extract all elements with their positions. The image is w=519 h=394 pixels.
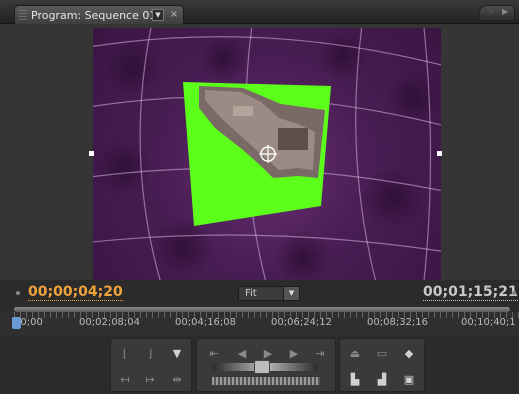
go-to-in-icon[interactable]: ↤ — [116, 371, 134, 389]
playhead-marker-icon — [16, 291, 20, 295]
export-frame-icon[interactable]: ◆ — [400, 345, 418, 363]
ruler-label: 00;06;24;12 — [271, 317, 333, 328]
playhead[interactable] — [12, 317, 21, 329]
ruler-label: 00;10;40;1 — [461, 317, 516, 328]
go-to-out-icon[interactable]: ↦ — [141, 371, 159, 389]
panel-options[interactable]: ⁘ ▶ — [479, 5, 515, 21]
time-row: 00;00;04;20 Fit ▼ 00;01;15;21 — [0, 280, 519, 306]
video-frame[interactable] — [93, 28, 441, 280]
duration-display[interactable]: 00;01;15;21 — [423, 284, 518, 301]
edit-button-group: ⏏ ▭ ◆ ▙ ▟ ▣ — [339, 338, 425, 392]
step-forward-icon[interactable]: ▶ — [285, 345, 303, 363]
mark-out-icon[interactable]: ⌋ — [141, 345, 159, 363]
output-icon[interactable]: ▟ — [373, 371, 391, 389]
panel-tab-bar: Program: Sequence 01 ▼ × ⁘ ▶ — [0, 0, 519, 24]
close-icon[interactable]: × — [168, 9, 180, 21]
go-to-previous-edit-icon[interactable]: ⇤ — [205, 345, 223, 363]
extract-icon[interactable]: ▭ — [373, 345, 391, 363]
ruler-label: 00;04;16;08 — [175, 317, 237, 328]
ruler-label: 00;08;32;16 — [367, 317, 429, 328]
ruler-label: 00;02;08;04 — [79, 317, 141, 328]
expand-arrow-icon[interactable]: ▶ — [502, 7, 508, 16]
panel-menu-button[interactable]: ▼ — [152, 9, 164, 21]
end-marker-icon — [512, 291, 516, 295]
left-resize-handle[interactable] — [89, 151, 94, 156]
time-ruler[interactable]: 00;00 00;02;08;04 00;04;16;08 00;06;24;1… — [0, 312, 519, 336]
set-marker-icon[interactable]: ▼ — [168, 345, 186, 363]
marker-button-group: ⌊ ⌋ ▼ ↤ ↦ ⇹ — [110, 338, 192, 392]
program-viewer[interactable] — [0, 24, 519, 280]
current-time-display[interactable]: 00;00;04;20 — [28, 284, 123, 301]
drag-grip-icon[interactable] — [19, 10, 27, 21]
trim-monitor-icon[interactable]: ▙ — [346, 371, 364, 389]
go-to-next-edit-icon[interactable]: ⇥ — [311, 345, 329, 363]
jog-control[interactable] — [212, 377, 320, 385]
zoom-level-dropdown[interactable]: Fit ▼ — [238, 286, 300, 301]
tab-title: Program: Sequence 01 — [31, 9, 157, 22]
mark-in-icon[interactable]: ⌊ — [116, 345, 134, 363]
transport-controls: ⌊ ⌋ ▼ ↤ ↦ ⇹ ⇤ ◀ ▶ ▶ ⇥ ⏏ ▭ ◆ ▙ ▟ ▣ — [0, 336, 519, 394]
right-resize-handle[interactable] — [437, 151, 442, 156]
step-back-icon[interactable]: ◀ — [233, 345, 251, 363]
zoom-level-value: Fit — [245, 288, 257, 299]
safe-margins-icon[interactable]: ▣ — [400, 371, 418, 389]
shuttle-knob[interactable] — [254, 360, 270, 374]
play-in-to-out-icon[interactable]: ⇹ — [168, 371, 186, 389]
program-monitor-tab[interactable]: Program: Sequence 01 ▼ × — [14, 5, 184, 24]
chevron-down-icon[interactable]: ▼ — [283, 287, 299, 300]
grip-icon: ⁘ — [488, 7, 495, 16]
lift-icon[interactable]: ⏏ — [346, 345, 364, 363]
warped-grid-background — [93, 28, 441, 280]
